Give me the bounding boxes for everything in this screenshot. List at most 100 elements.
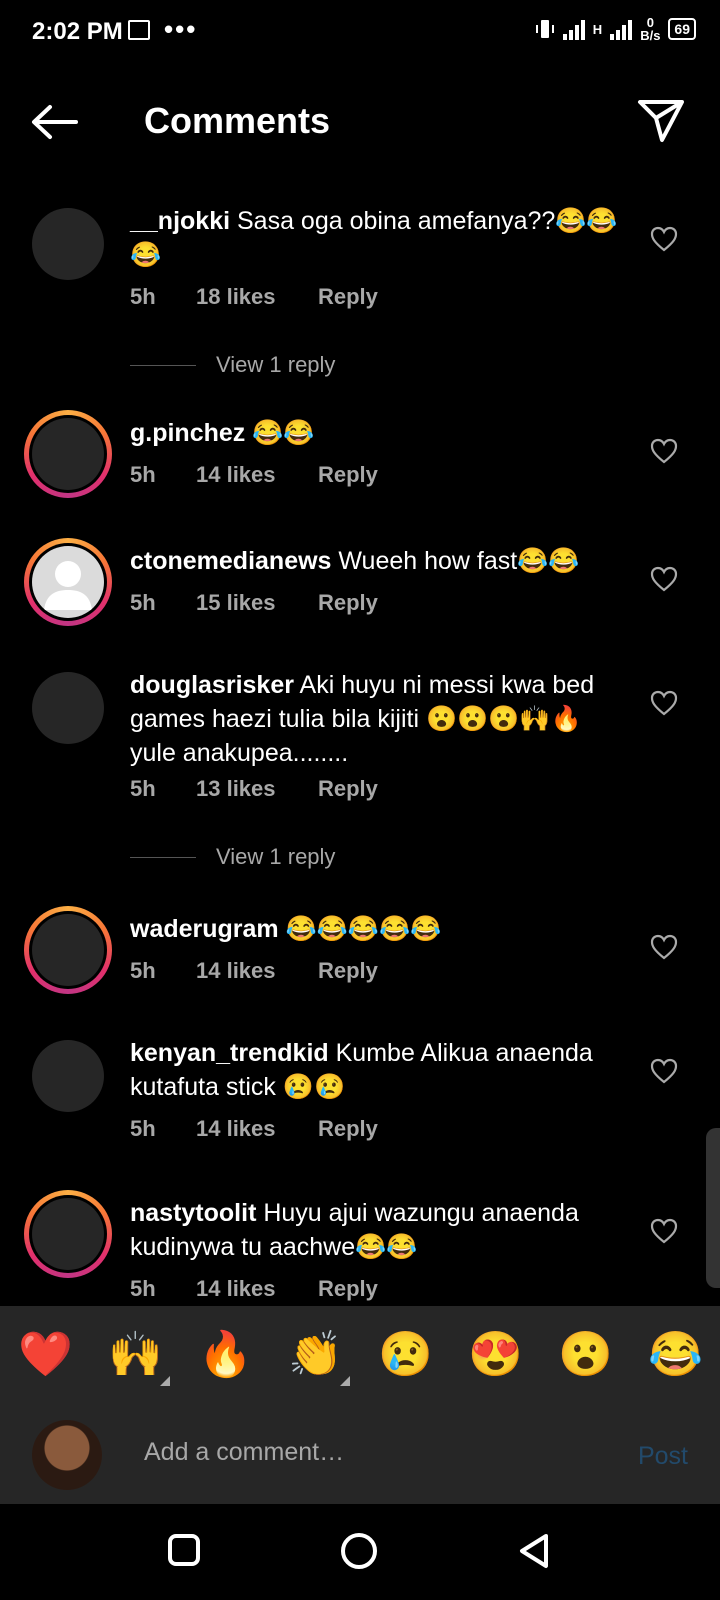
comment-meta: 5h 14 likes Reply <box>130 1276 378 1302</box>
status-bar: 2:02 PM ••• H 0 B/s 69 <box>0 0 720 64</box>
share-send-icon[interactable] <box>636 96 686 146</box>
comment-meta: 5h 18 likes Reply <box>130 284 378 310</box>
comment-time: 5h <box>130 776 156 801</box>
comment-time: 5h <box>130 284 156 309</box>
comment-meta: 5h 13 likes Reply <box>130 776 378 802</box>
comment-text: kenyan_trendkid Kumbe Alikua anaenda kut… <box>130 1036 626 1104</box>
comment-meta: 5h 14 likes Reply <box>130 1116 378 1142</box>
comment-username[interactable]: nastytoolit <box>130 1199 256 1227</box>
network-speed: 0 B/s <box>640 16 660 42</box>
scrollbar[interactable] <box>706 1128 720 1288</box>
post-button[interactable]: Post <box>638 1442 688 1471</box>
comment-text: ctonemedianews Wueeh how fast😂😂 <box>130 544 626 578</box>
comment-username[interactable]: g.pinchez <box>130 419 245 447</box>
like-heart-icon[interactable] <box>650 438 678 464</box>
comment-likes[interactable]: 15 likes <box>196 590 318 616</box>
reply-button[interactable]: Reply <box>318 590 378 616</box>
like-heart-icon[interactable] <box>650 226 678 252</box>
comment-body: 😂😂😂😂😂 <box>278 915 442 943</box>
divider <box>130 856 196 858</box>
reply-button[interactable]: Reply <box>318 1116 378 1142</box>
comment-time: 5h <box>130 462 156 487</box>
reply-button[interactable]: Reply <box>318 462 378 488</box>
comment-meta: 5h 14 likes Reply <box>130 958 378 984</box>
comment-likes[interactable]: 14 likes <box>196 1116 318 1142</box>
gallery-notification-icon <box>128 20 150 40</box>
comment-likes[interactable]: 18 likes <box>196 284 318 310</box>
avatar[interactable] <box>32 672 104 744</box>
comment-username[interactable]: ctonemedianews <box>130 547 331 575</box>
default-user-icon <box>44 561 92 610</box>
like-heart-icon[interactable] <box>650 934 678 960</box>
avatar[interactable] <box>32 1040 104 1112</box>
comment-likes[interactable]: 14 likes <box>196 958 318 984</box>
comment-text: waderugram 😂😂😂😂😂 <box>130 912 626 946</box>
reply-button[interactable]: Reply <box>318 958 378 984</box>
reply-button[interactable]: Reply <box>318 1276 378 1302</box>
like-heart-icon[interactable] <box>650 1218 678 1244</box>
comment-list[interactable]: __njokki Sasa oga obina amefanya??😂😂😂 5h… <box>0 168 720 1304</box>
network-type: H <box>592 21 603 37</box>
view-replies-button[interactable]: View 1 reply <box>130 844 335 870</box>
comment-username[interactable]: __njokki <box>130 207 230 235</box>
back-triangle-icon[interactable] <box>516 1532 552 1570</box>
comment-meta: 5h 14 likes Reply <box>130 462 378 488</box>
header: Comments <box>0 84 720 160</box>
speed-unit: B/s <box>640 28 661 43</box>
avatar-story-ring[interactable] <box>24 538 112 626</box>
comment-body: 😂😂 <box>245 419 315 447</box>
home-icon[interactable] <box>340 1532 378 1570</box>
comment-time: 5h <box>130 1276 156 1301</box>
crying-emoji-button[interactable]: 😢 <box>378 1330 433 1380</box>
view-replies-button[interactable]: View 1 reply <box>130 352 335 378</box>
laughing-emoji-button[interactable]: 😂 <box>648 1330 703 1380</box>
status-icons: H 0 B/s 69 <box>535 16 696 42</box>
comment-time: 5h <box>130 590 156 615</box>
like-heart-icon[interactable] <box>650 566 678 592</box>
view-replies-label[interactable]: View 1 reply <box>216 352 335 378</box>
comment-text: nastytoolit Huyu ajui wazungu anaenda ku… <box>130 1196 626 1264</box>
heart-emoji-button[interactable]: ❤️ <box>18 1330 73 1380</box>
comment-composer: Add a comment… Post <box>0 1410 720 1504</box>
comment-body: Wueeh how fast😂😂 <box>331 547 580 575</box>
comment-username[interactable]: waderugram <box>130 915 279 943</box>
system-nav-bar <box>0 1504 720 1600</box>
comment-text: douglasrisker Aki huyu ni messi kwa bed … <box>130 668 626 770</box>
signal-icon-2 <box>610 18 633 40</box>
signal-icon <box>562 18 585 40</box>
like-heart-icon[interactable] <box>650 690 678 716</box>
divider <box>130 364 196 366</box>
surprised-emoji-button[interactable]: 😮 <box>558 1330 613 1380</box>
comment-input[interactable]: Add a comment… <box>144 1438 344 1467</box>
battery-level: 69 <box>674 21 690 37</box>
status-time: 2:02 PM <box>32 18 123 45</box>
comment-likes[interactable]: 14 likes <box>196 1276 318 1302</box>
emoji-reaction-bar: ❤️ 🙌 🔥 👏 😢 😍 😮 😂 <box>0 1306 720 1410</box>
back-arrow-icon[interactable] <box>28 102 80 142</box>
battery-icon: 69 <box>668 18 696 40</box>
avatar-story-ring[interactable] <box>24 410 112 498</box>
view-replies-label[interactable]: View 1 reply <box>216 844 335 870</box>
comment-time: 5h <box>130 958 156 983</box>
heart-eyes-emoji-button[interactable]: 😍 <box>468 1330 523 1380</box>
skin-tone-indicator-icon <box>160 1376 170 1386</box>
comment-likes[interactable]: 13 likes <box>196 776 318 802</box>
current-user-avatar <box>32 1420 102 1490</box>
clap-emoji-button[interactable]: 👏 <box>288 1330 343 1380</box>
avatar-story-ring[interactable] <box>24 1190 112 1278</box>
comment-username[interactable]: kenyan_trendkid <box>130 1039 329 1067</box>
reply-button[interactable]: Reply <box>318 776 378 802</box>
skin-tone-indicator-icon <box>340 1376 350 1386</box>
reply-button[interactable]: Reply <box>318 284 378 310</box>
comment-text: g.pinchez 😂😂 <box>130 416 626 450</box>
fire-emoji-button[interactable]: 🔥 <box>198 1330 253 1380</box>
avatar-story-ring[interactable] <box>24 906 112 994</box>
comment-username[interactable]: douglasrisker <box>130 671 294 699</box>
comment-likes[interactable]: 14 likes <box>196 462 318 488</box>
comment-time: 5h <box>130 1116 156 1141</box>
vibrate-icon <box>535 20 554 38</box>
recent-apps-icon[interactable] <box>166 1532 202 1568</box>
avatar[interactable] <box>32 208 104 280</box>
like-heart-icon[interactable] <box>650 1058 678 1084</box>
raised-hands-emoji-button[interactable]: 🙌 <box>108 1330 163 1380</box>
